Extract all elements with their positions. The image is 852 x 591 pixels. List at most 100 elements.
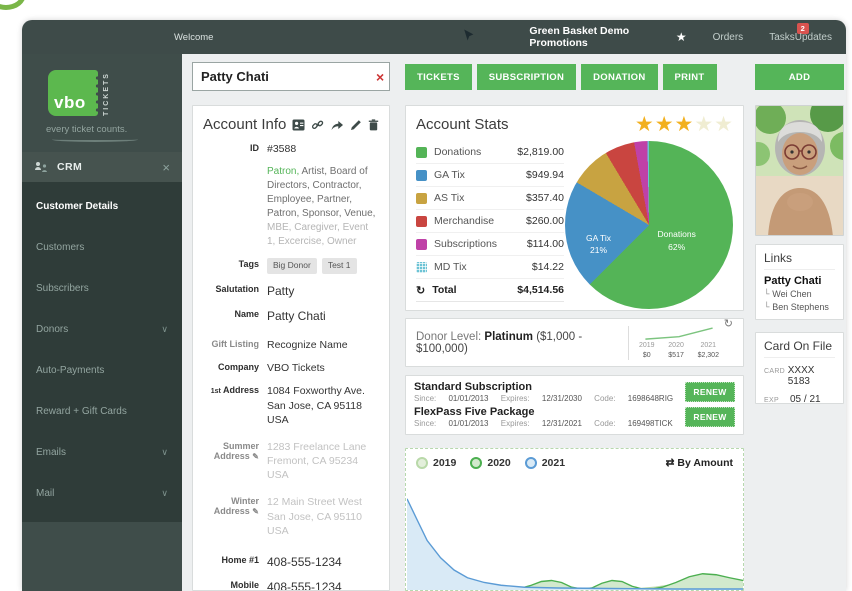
legend-swatch (416, 216, 427, 227)
search-input[interactable] (201, 69, 376, 84)
tickets-button[interactable]: TICKETS (405, 64, 472, 90)
decorative-green-arc (0, 0, 26, 10)
sidebar-item-reward-gift-cards[interactable]: Reward + Gift Cards (22, 391, 182, 432)
renew-button[interactable]: RENEW (685, 407, 735, 427)
by-amount-toggle[interactable]: ⇄ By Amount (666, 457, 733, 469)
ticket-perforation (95, 74, 100, 112)
action-buttons: TICKETS SUBSCRIPTION DONATION PRINT (405, 64, 717, 90)
nav-tasks[interactable]: Tasks 2 (769, 32, 795, 43)
link-child[interactable]: └ Ben Stephens (764, 302, 835, 313)
legend-swatch (416, 193, 427, 204)
subscription-row: FlexPass Five Package Since: 01/01/2013 … (414, 406, 735, 428)
tagline: every ticket counts. (46, 124, 182, 135)
card-number-row: CARD XXXX 5183 (764, 365, 835, 387)
sitemap-icon (34, 161, 48, 173)
customer-photo[interactable] (755, 105, 844, 236)
yearly-area-chart[interactable] (407, 490, 743, 590)
sidebar-item-customers[interactable]: Customers (22, 227, 182, 268)
yearly-chart-card: 2019 2020 2021 ⇄ By Amount (405, 448, 744, 591)
field-value: Patty (267, 283, 294, 299)
clear-icon[interactable]: × (376, 69, 384, 85)
legend-ring-2021[interactable] (525, 457, 537, 469)
nav-updates[interactable]: Updates (795, 32, 832, 43)
nav-orders[interactable]: Orders (713, 32, 744, 43)
rating-stars[interactable]: ★★★★★ (635, 114, 733, 135)
donation-button[interactable]: DONATION (581, 64, 657, 90)
close-icon[interactable]: × (162, 160, 170, 175)
portrait-image (756, 106, 844, 236)
logo[interactable]: vbo TICKETS (22, 54, 182, 116)
logo-vertical-text: TICKETS (103, 70, 110, 116)
tag-chip[interactable]: Test 1 (322, 258, 357, 273)
field-name: Name Patty Chati (203, 308, 379, 324)
card-on-file-card: Card On File CARD XXXX 5183 EXP 05 / 21 (755, 332, 844, 404)
roles-green[interactable]: Patron, (267, 166, 299, 177)
vbo-logo-icon: vbo (48, 70, 98, 116)
legend-ring-2019[interactable] (416, 457, 428, 469)
crm-title: CRM (57, 161, 82, 173)
field-gift-listing: Gift Listing Recognize Name (203, 338, 379, 352)
links-title: Links (764, 251, 835, 270)
refresh-icon[interactable]: ↻ (416, 284, 425, 297)
legend-swatch (416, 147, 427, 158)
app-window: Welcome Green Basket Demo Promotions ★ O… (22, 20, 846, 591)
trash-icon[interactable] (368, 119, 379, 131)
sidebar-item-subscribers[interactable]: Subscribers (22, 268, 182, 309)
print-button[interactable]: PRINT (663, 64, 717, 90)
account-stats-pie-chart[interactable] (565, 141, 733, 309)
legend-row[interactable]: Subscriptions $114.00 (416, 233, 564, 256)
field-label-sup: 1st (211, 388, 221, 395)
sidebar-item-auto-payments[interactable]: Auto-Payments (22, 350, 182, 391)
donor-level-text: Donor Level: Platinum ($1,000 - $100,000… (416, 331, 628, 355)
field-label: ID (203, 142, 259, 156)
tagline-swoosh (52, 137, 138, 142)
sparkline-tick: 2021$2,302 (698, 341, 719, 361)
sidebar-item-label: Subscribers (36, 283, 89, 294)
divider (628, 326, 629, 360)
link-icon[interactable] (311, 119, 324, 131)
legend-ring-2020[interactable] (470, 457, 482, 469)
field-label: Salutation (203, 283, 259, 299)
edit-icon[interactable]: ✎ (252, 452, 259, 461)
legend-row[interactable]: GA Tix $949.94 (416, 164, 564, 187)
field-value: 1283 Freelance LaneFremont, CA 95234USA (267, 440, 366, 483)
swap-icon: ⇄ (666, 457, 675, 469)
legend-row[interactable]: MD Tix $14.22 (416, 256, 564, 279)
share-icon[interactable] (330, 119, 344, 131)
field-home-phone: Home #1 408-555-1234 (203, 554, 379, 570)
legend-row[interactable]: Donations $2,819.00 (416, 141, 564, 164)
legend-row[interactable]: Merchandise $260.00 (416, 210, 564, 233)
refresh-icon[interactable]: ↻ (724, 317, 733, 330)
star-icon[interactable]: ★ (676, 30, 687, 44)
sidebar-item-mail[interactable]: Mail ∨ (22, 473, 182, 514)
add-button[interactable]: ADD (755, 64, 844, 90)
org-title[interactable]: Green Basket Demo Promotions (529, 25, 653, 49)
legend-swatch (416, 239, 427, 250)
tags: Big Donor Test 1 (267, 258, 362, 273)
field-value: 408-555-1234 (267, 579, 342, 591)
field-value: 12 Main Street WestSan Jose, CA 95110USA (267, 495, 362, 538)
renew-button[interactable]: RENEW (685, 382, 735, 402)
edit-icon[interactable]: ✎ (252, 507, 259, 516)
crm-menu-header: CRM × (22, 152, 182, 182)
sidebar-item-donors[interactable]: Donors ∨ (22, 309, 182, 350)
link-child[interactable]: └ Wei Chen (764, 289, 835, 300)
edit-icon[interactable] (350, 119, 362, 131)
contact-card-icon[interactable] (292, 119, 305, 131)
donor-level-value: Platinum (484, 331, 533, 343)
sidebar-item-customer-details[interactable]: Customer Details (22, 186, 182, 227)
card-exp-row: EXP 05 / 21 (764, 394, 835, 405)
sidebar-item-label: Auto-Payments (36, 365, 104, 376)
sidebar-item-label: Customer Details (36, 201, 118, 212)
field-summer-address: SummerAddress ✎ 1283 Freelance LaneFremo… (203, 440, 379, 483)
donor-level-card: Donor Level: Platinum ($1,000 - $100,000… (405, 318, 744, 367)
tag-chip[interactable]: Big Donor (267, 258, 317, 273)
link-primary[interactable]: Patty Chati (764, 275, 835, 287)
subscription-meta: Since: 01/01/2013 Expires: 12/31/2030 Co… (414, 394, 685, 403)
subscription-button[interactable]: SUBSCRIPTION (477, 64, 576, 90)
field-value: VBO Tickets (267, 361, 325, 375)
subscription-name: Standard Subscription (414, 381, 685, 393)
legend-row[interactable]: AS Tix $357.40 (416, 187, 564, 210)
legend-swatch (416, 170, 427, 181)
sidebar-item-emails[interactable]: Emails ∨ (22, 432, 182, 473)
